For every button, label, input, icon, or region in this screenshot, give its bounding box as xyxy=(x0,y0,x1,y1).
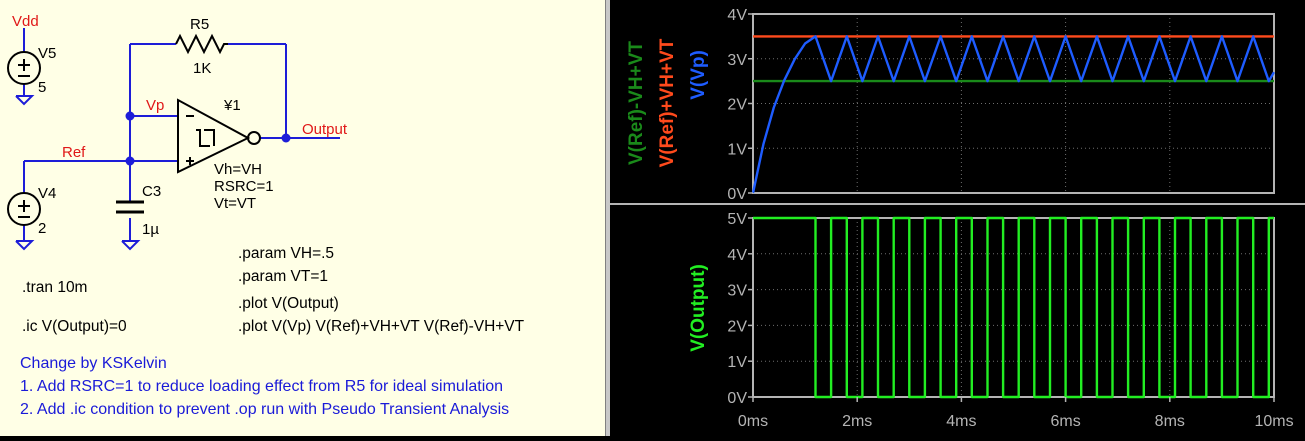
waveform-canvas[interactable]: 0V 1V 2V 3V 4V V(Ref)-VH+VT V(Ref)+VH+VT V(V… xyxy=(610,0,1305,436)
top-y-tick-label: 1V xyxy=(727,141,747,158)
directive-plot-vp[interactable]: .plot V(Vp) V(Ref)+VH+VT V(Ref)-VH+VT xyxy=(238,318,524,336)
resistor-r5-symbol[interactable] xyxy=(175,33,228,55)
directive-tran[interactable]: .tran 10m xyxy=(22,279,87,297)
trace-vp[interactable] xyxy=(751,35,1276,194)
trace-output[interactable] xyxy=(753,216,1274,399)
directive-ic[interactable]: .ic V(Output)=0 xyxy=(22,318,127,336)
v4-value: 2 xyxy=(38,220,46,237)
x-tick-label: 6ms xyxy=(1050,413,1080,430)
ground-symbols xyxy=(15,95,141,251)
x-tick-label: 0ms xyxy=(738,413,768,430)
bottom-plot-pane[interactable]: 0V 1V 2V 3V 4V 5V 0ms 2ms 4ms 6ms 8ms 10ms V(Outpu… xyxy=(688,211,1294,430)
top-y-tick-label: 3V xyxy=(727,52,747,69)
x-tick-label: 10ms xyxy=(1254,413,1293,430)
waveform-viewer[interactable]: 0V 1V 2V 3V 4V V(Ref)-VH+VT V(Ref)+VH+VT V(V… xyxy=(610,0,1305,436)
bottom-traces xyxy=(753,216,1274,399)
net-label-output: Output xyxy=(302,121,348,138)
voltage-source-v4-symbol[interactable] xyxy=(7,192,41,226)
r5-value: 1K xyxy=(193,60,211,77)
directive-param-vh[interactable]: .param VH=.5 xyxy=(238,245,334,263)
v5-value: 5 xyxy=(38,79,46,96)
top-plot-pane[interactable]: 0V 1V 2V 3V 4V V(Ref)-VH+VT V(Ref)+VH+VT V(V… xyxy=(626,7,1276,203)
r5-name: R5 xyxy=(190,16,209,33)
bottom-y-tick-label: 3V xyxy=(727,283,747,300)
top-traces xyxy=(751,35,1276,194)
c3-value: 1µ xyxy=(142,221,159,238)
u1-name: ¥1 xyxy=(223,97,241,114)
v5-name: V5 xyxy=(38,45,56,62)
schematic-editor[interactable]: Vdd Vp Ref Output V5 5 V4 2 R5 1K C3 1µ … xyxy=(0,0,606,436)
net-label-vdd: Vdd xyxy=(12,13,39,30)
comment-note-1[interactable]: 1. Add RSRC=1 to reduce loading effect f… xyxy=(20,378,503,396)
top-y-tick-label: 4V xyxy=(727,7,747,24)
c3-name: C3 xyxy=(142,183,161,200)
x-axis-ticks: 0ms 2ms 4ms 6ms 8ms 10ms xyxy=(738,397,1294,430)
trace-label-vp[interactable]: V(Vp) xyxy=(688,50,709,100)
u1-param-rsrc: RSRC=1 xyxy=(214,178,274,195)
top-grid xyxy=(753,14,1274,193)
wires xyxy=(23,28,340,241)
bottom-y-tick-label: 4V xyxy=(727,247,747,264)
net-label-ref: Ref xyxy=(62,144,86,161)
top-y-axis-ticks: 0V 1V 2V 3V 4V xyxy=(727,7,753,203)
v4-name: V4 xyxy=(38,185,56,202)
comment-note-author[interactable]: Change by KSKelvin xyxy=(20,355,167,373)
directive-param-vt[interactable]: .param VT=1 xyxy=(238,268,328,286)
comment-note-2[interactable]: 2. Add .ic condition to prevent .op run … xyxy=(20,401,509,419)
u1-param-vt: Vt=VT xyxy=(214,195,256,212)
top-y-tick-label: 2V xyxy=(727,97,747,114)
bottom-y-tick-label: 5V xyxy=(727,211,747,228)
bottom-y-tick-label: 0V xyxy=(727,390,747,407)
bottom-y-tick-label: 2V xyxy=(727,318,747,335)
capacitor-c3-symbol[interactable] xyxy=(116,200,144,214)
net-label-vp: Vp xyxy=(146,97,164,114)
u1-param-vh: Vh=VH xyxy=(214,161,262,178)
trace-label-upper[interactable]: V(Ref)+VH+VT xyxy=(657,38,678,167)
top-y-tick-label: 0V xyxy=(727,186,747,203)
voltage-source-v5-symbol[interactable] xyxy=(7,51,41,85)
x-tick-label: 2ms xyxy=(842,413,872,430)
x-tick-label: 4ms xyxy=(946,413,976,430)
x-tick-label: 8ms xyxy=(1155,413,1185,430)
directive-plot-output[interactable]: .plot V(Output) xyxy=(238,295,339,313)
trace-label-output[interactable]: V(Output) xyxy=(688,264,709,352)
bottom-y-tick-label: 1V xyxy=(727,354,747,371)
trace-label-lower[interactable]: V(Ref)-VH+VT xyxy=(626,41,647,165)
bottom-y-axis-ticks: 0V 1V 2V 3V 4V 5V xyxy=(727,211,753,407)
